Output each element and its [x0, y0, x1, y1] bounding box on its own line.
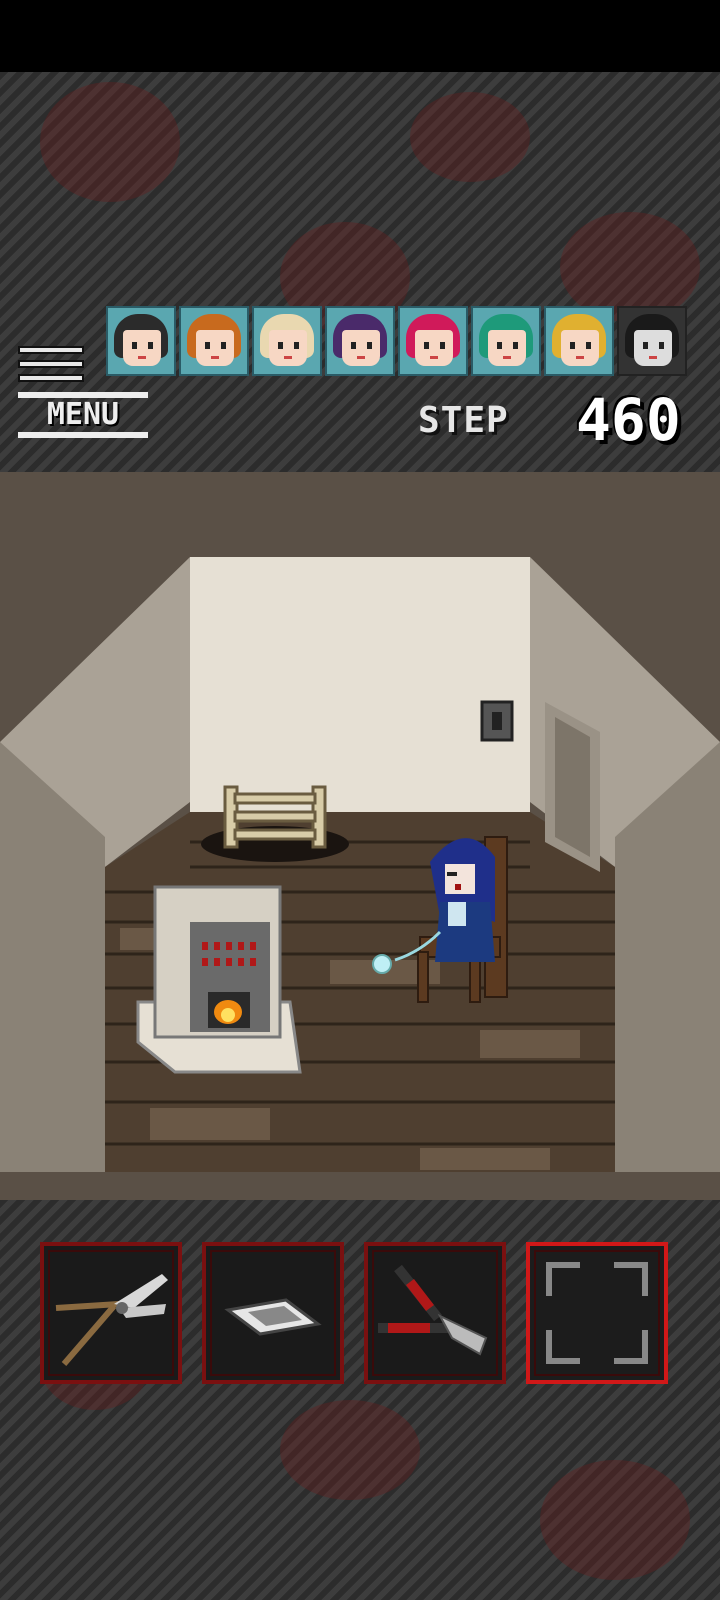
portrait-eye: [351, 342, 356, 349]
portrait-mouth: [284, 356, 292, 359]
portrait-face: [561, 330, 599, 366]
portrait-eye: [221, 342, 226, 349]
bg-stain: [280, 1400, 420, 1500]
party-portrait-5[interactable]: [398, 306, 468, 376]
status-bar: [0, 0, 720, 72]
portrait-eye: [659, 342, 664, 349]
portrait-eye: [440, 342, 445, 349]
party-portraits: [106, 306, 687, 378]
portrait-mouth: [576, 356, 584, 359]
portrait-mouth: [430, 356, 438, 359]
portrait-face: [196, 330, 234, 366]
portrait-face: [634, 330, 672, 366]
selection-bracket: [614, 1330, 648, 1364]
portrait-eye: [497, 342, 502, 349]
bg-stain: [540, 1460, 690, 1580]
menu-button[interactable]: MENU: [18, 346, 148, 444]
portrait-eye: [570, 342, 575, 349]
portrait-mouth: [357, 356, 365, 359]
portrait-eye: [513, 342, 518, 349]
party-portrait-4[interactable]: [325, 306, 395, 376]
step-label: STEP: [418, 400, 509, 441]
room-illustration: [0, 472, 720, 1200]
party-portrait-6[interactable]: [471, 306, 541, 376]
portrait-face: [342, 330, 380, 366]
inventory-slot-2[interactable]: [202, 1242, 344, 1384]
portrait-eye: [294, 342, 299, 349]
portrait-eye: [586, 342, 591, 349]
hamburger-line: [18, 374, 84, 382]
hud-panel: MENU STEP 460: [0, 72, 720, 472]
portrait-eye: [148, 342, 153, 349]
pruning-shears-icon: [55, 1274, 168, 1366]
hamburger-line: [18, 360, 84, 368]
portrait-eye: [643, 342, 648, 349]
bolt-cutter-icon: [378, 1264, 488, 1356]
inventory-slot-4-selected[interactable]: [526, 1242, 668, 1384]
portrait-mouth: [649, 356, 657, 359]
inventory-slot-3[interactable]: [364, 1242, 506, 1384]
portrait-mouth: [503, 356, 511, 359]
menu-label: MENU: [18, 392, 148, 438]
portrait-face: [415, 330, 453, 366]
selection-bracket: [546, 1330, 580, 1364]
portrait-eye: [424, 342, 429, 349]
photo-card-icon: [224, 1298, 322, 1336]
party-portrait-2[interactable]: [179, 306, 249, 376]
party-portrait-8[interactable]: [617, 306, 687, 376]
bg-stain: [40, 82, 180, 202]
portrait-mouth: [211, 356, 219, 359]
portrait-face: [269, 330, 307, 366]
hamburger-line: [18, 346, 84, 354]
selection-bracket: [546, 1262, 580, 1296]
party-portrait-3[interactable]: [252, 306, 322, 376]
room-scene[interactable]: [0, 472, 720, 1200]
portrait-eye: [205, 342, 210, 349]
inventory-panel: [0, 1200, 720, 1600]
portrait-face: [488, 330, 526, 366]
party-portrait-7[interactable]: [544, 306, 614, 376]
bg-stain: [410, 92, 530, 182]
portrait-eye: [367, 342, 372, 349]
portrait-eye: [278, 342, 283, 349]
inventory-slot-1[interactable]: [40, 1242, 182, 1384]
selection-bracket: [614, 1262, 648, 1296]
step-counter: 460: [576, 386, 681, 454]
